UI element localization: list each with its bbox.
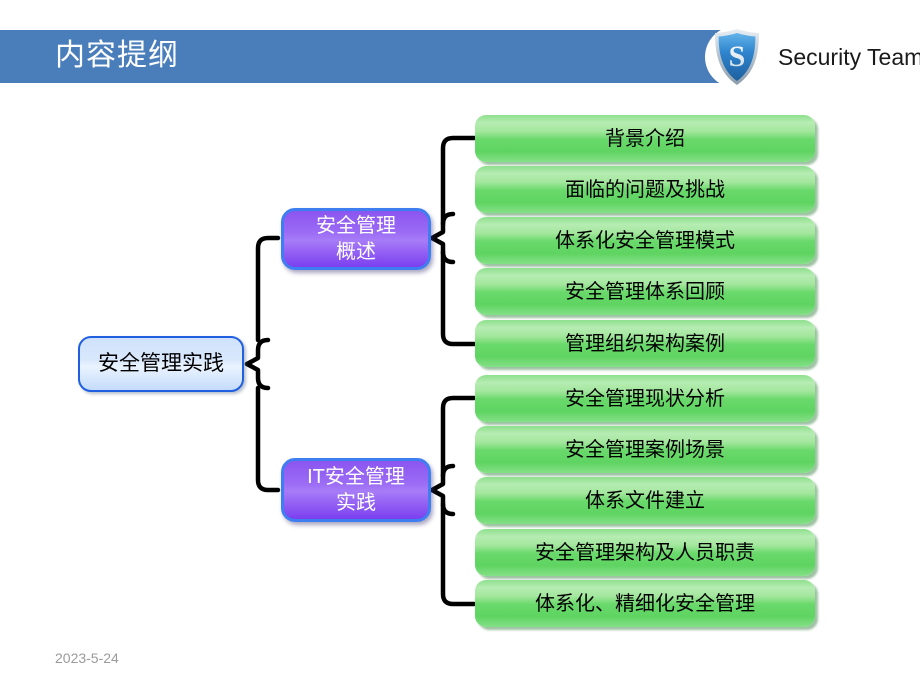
mindmap-root-node[interactable]: 安全管理实践 [78,336,244,392]
mindmap-leaf-node-1-3[interactable]: 体系化安全管理模式 [475,217,815,264]
mindmap-branch-node-2[interactable]: IT安全管理 实践 [281,458,431,522]
mind-map-diagram: 安全管理实践 安全管理 概述 IT安全管理 实践 背景介绍 面临的问题及挑战 体… [0,0,920,690]
connector-root-spine-bottom [244,361,271,391]
mindmap-leaf-node-2-4[interactable]: 安全管理架构及人员职责 [475,529,815,576]
mindmap-leaf-node-2-2[interactable]: 安全管理案例场景 [475,426,815,473]
mindmap-branch-node-1[interactable]: 安全管理 概述 [281,208,431,270]
mindmap-leaf-node-1-4[interactable]: 安全管理体系回顾 [475,268,815,315]
connector-root-to-branch-2 [255,385,281,493]
connector-branch1-to-leaf-first [440,135,477,227]
mindmap-leaf-node-1-2[interactable]: 面临的问题及挑战 [475,166,815,213]
mindmap-leaf-node-2-5[interactable]: 体系化、精细化安全管理 [475,580,815,627]
mindmap-leaf-node-1-5[interactable]: 管理组织架构案例 [475,320,815,367]
connector-root-spine-top [244,337,271,367]
mindmap-leaf-node-2-1[interactable]: 安全管理现状分析 [475,375,815,422]
connector-branch2-to-leaf-first [440,395,477,479]
mindmap-leaf-node-2-3[interactable]: 体系文件建立 [475,477,815,524]
slide-date: 2023-5-24 [55,650,119,666]
connector-branch1-to-leaf-last [440,249,477,347]
connector-root-to-branch-1 [255,235,281,343]
mindmap-leaf-node-1-1[interactable]: 背景介绍 [475,115,815,162]
connector-branch2-to-leaf-last [440,501,477,607]
